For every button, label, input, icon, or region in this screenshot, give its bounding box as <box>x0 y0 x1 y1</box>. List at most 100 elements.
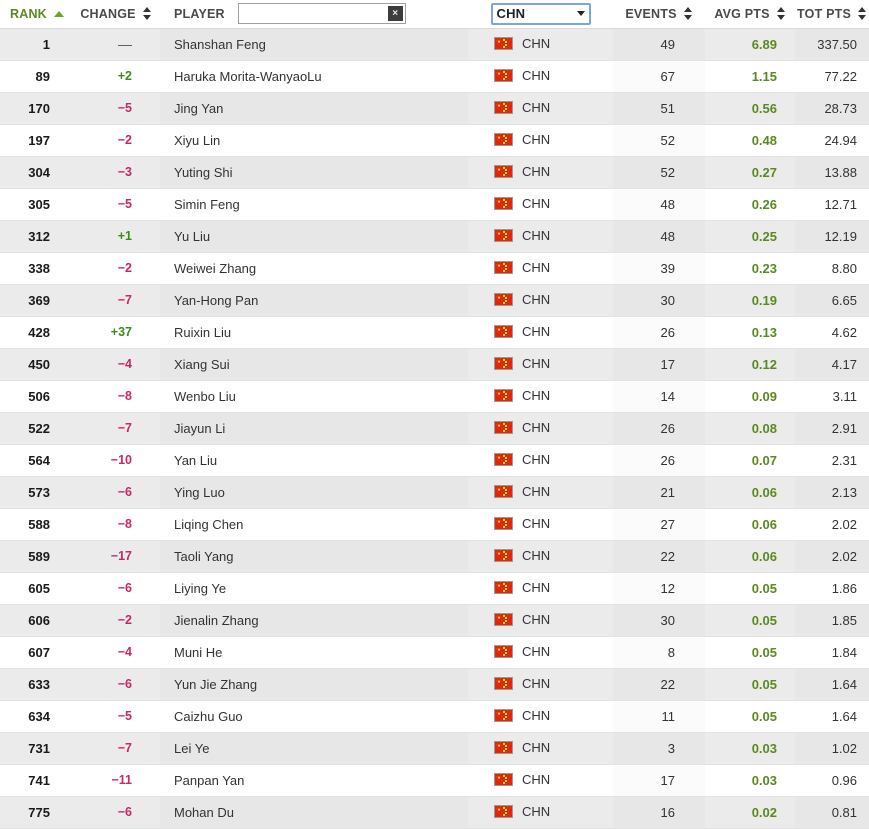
cell-events: 48 <box>613 188 705 221</box>
table-row[interactable]: 450 −4 Xiang Sui CHN 17 0.12 4.17 <box>0 348 869 381</box>
cell-country: CHN <box>468 380 613 413</box>
table-row[interactable]: 305 −5 Simin Feng CHN 48 0.26 12.71 <box>0 188 869 221</box>
cell-tot-pts: 77.22 <box>795 60 869 93</box>
cell-avg-pts: 0.23 <box>705 252 795 285</box>
cell-change: −6 <box>72 668 160 701</box>
table-row[interactable]: 338 −2 Weiwei Zhang CHN 39 0.23 8.80 <box>0 252 869 285</box>
country-code-label: CHN <box>522 227 551 243</box>
column-header-rank[interactable]: RANK <box>0 0 72 29</box>
column-header-player[interactable]: PLAYER × <box>160 0 468 29</box>
cell-player: Ying Luo <box>160 476 468 509</box>
table-row[interactable]: 588 −8 Liqing Chen CHN 27 0.06 2.02 <box>0 508 869 541</box>
cell-avg-pts: 1.15 <box>705 60 795 93</box>
close-icon[interactable]: × <box>387 6 403 22</box>
column-header-country: CHN <box>468 0 613 29</box>
table-row[interactable]: 369 −7 Yan-Hong Pan CHN 30 0.19 6.65 <box>0 284 869 317</box>
cell-country: CHN <box>468 348 613 381</box>
china-flag-icon <box>494 324 513 338</box>
cell-tot-pts: 1.86 <box>795 572 869 605</box>
cell-avg-pts: 0.05 <box>705 700 795 733</box>
cell-country: CHN <box>468 476 613 509</box>
cell-change: −10 <box>72 444 160 477</box>
table-row[interactable]: 633 −6 Yun Jie Zhang CHN 22 0.05 1.64 <box>0 668 869 701</box>
cell-tot-pts: 6.65 <box>795 284 869 317</box>
cell-change: −7 <box>72 732 160 765</box>
cell-change: −6 <box>72 572 160 605</box>
table-row[interactable]: 506 −8 Wenbo Liu CHN 14 0.09 3.11 <box>0 380 869 413</box>
table-row[interactable]: 170 −5 Jing Yan CHN 51 0.56 28.73 <box>0 92 869 125</box>
cell-player: Yu Liu <box>160 220 468 253</box>
column-header-tot-pts[interactable]: TOT PTS <box>795 0 869 29</box>
column-header-rank-label: RANK <box>10 6 47 21</box>
country-code-label: CHN <box>522 739 551 755</box>
table-row[interactable]: 89 +2 Haruka Morita-WanyaoLu CHN 67 1.15 77.22 <box>0 60 869 93</box>
cell-rank: 589 <box>0 540 72 573</box>
country-code-label: CHN <box>522 99 551 115</box>
country-filter-select[interactable]: CHN <box>490 2 591 25</box>
table-row[interactable]: 741 −11 Panpan Yan CHN 17 0.03 0.96 <box>0 764 869 797</box>
cell-rank: 634 <box>0 700 72 733</box>
cell-events: 16 <box>613 796 705 829</box>
table-row[interactable]: 1— Shanshan Feng CHN 49 6.89 337.50 <box>0 28 869 61</box>
table-row[interactable]: 573 −6 Ying Luo CHN 21 0.06 2.13 <box>0 476 869 509</box>
country-code-label: CHN <box>522 515 551 531</box>
cell-change: −11 <box>72 764 160 797</box>
cell-avg-pts: 0.56 <box>705 92 795 125</box>
cell-country: CHN <box>468 508 613 541</box>
cell-avg-pts: 0.09 <box>705 380 795 413</box>
cell-tot-pts: 4.17 <box>795 348 869 381</box>
column-header-events[interactable]: EVENTS <box>613 0 705 29</box>
table-row[interactable]: 312 +1 Yu Liu CHN 48 0.25 12.19 <box>0 220 869 253</box>
table-row[interactable]: 634 −5 Caizhu Guo CHN 11 0.05 1.64 <box>0 700 869 733</box>
country-code-label: CHN <box>522 131 551 147</box>
player-search-box[interactable]: × <box>237 3 406 25</box>
cell-rank: 605 <box>0 572 72 605</box>
cell-rank: 304 <box>0 156 72 189</box>
column-header-player-label: PLAYER <box>174 6 225 21</box>
table-row[interactable]: 731 −7 Lei Ye CHN 3 0.03 1.02 <box>0 732 869 765</box>
table-row[interactable]: 606 −2 Jienalin Zhang CHN 30 0.05 1.85 <box>0 604 869 637</box>
table-row[interactable]: 589 −17 Taoli Yang CHN 22 0.06 2.02 <box>0 540 869 573</box>
table-row[interactable]: 775 −6 Mohan Du CHN 16 0.02 0.81 <box>0 796 869 829</box>
cell-rank: 197 <box>0 124 72 157</box>
rankings-table: RANK CHANGE PLAYER × CHN EVENTS AVG PTS … <box>0 0 869 829</box>
table-row[interactable]: 607 −4 Muni He CHN 8 0.05 1.84 <box>0 636 869 669</box>
cell-change: −8 <box>72 380 160 413</box>
cell-avg-pts: 0.25 <box>705 220 795 253</box>
cell-avg-pts: 0.08 <box>705 412 795 445</box>
cell-events: 22 <box>613 668 705 701</box>
cell-country: CHN <box>468 60 613 93</box>
cell-events: 26 <box>613 412 705 445</box>
table-row[interactable]: 304 −3 Yuting Shi CHN 52 0.27 13.88 <box>0 156 869 189</box>
search-input[interactable] <box>238 4 377 24</box>
cell-avg-pts: 0.05 <box>705 572 795 605</box>
triangle-up-icon <box>53 10 64 17</box>
header-row: RANK CHANGE PLAYER × CHN EVENTS AVG PTS … <box>0 0 869 29</box>
cell-avg-pts: 0.27 <box>705 156 795 189</box>
column-header-tot-pts-label: TOT PTS <box>797 6 851 21</box>
china-flag-icon <box>494 356 513 370</box>
cell-tot-pts: 4.62 <box>795 316 869 349</box>
column-header-avg-pts[interactable]: AVG PTS <box>705 0 795 29</box>
cell-avg-pts: 0.05 <box>705 636 795 669</box>
table-row[interactable]: 605 −6 Liying Ye CHN 12 0.05 1.86 <box>0 572 869 605</box>
cell-player: Wenbo Liu <box>160 380 468 413</box>
china-flag-icon <box>494 292 513 306</box>
column-header-change[interactable]: CHANGE <box>72 0 160 29</box>
cell-player: Jiayun Li <box>160 412 468 445</box>
cell-country: CHN <box>468 188 613 221</box>
cell-avg-pts: 6.89 <box>705 28 795 61</box>
table-row[interactable]: 197 −2 Xiyu Lin CHN 52 0.48 24.94 <box>0 124 869 157</box>
cell-events: 22 <box>613 540 705 573</box>
country-code-label: CHN <box>522 195 551 211</box>
cell-events: 39 <box>613 252 705 285</box>
cell-rank: 428 <box>0 316 72 349</box>
table-row[interactable]: 522 −7 Jiayun Li CHN 26 0.08 2.91 <box>0 412 869 445</box>
cell-country: CHN <box>468 444 613 477</box>
country-code-label: CHN <box>522 163 551 179</box>
cell-country: CHN <box>468 732 613 765</box>
table-row[interactable]: 564 −10 Yan Liu CHN 26 0.07 2.31 <box>0 444 869 477</box>
table-row[interactable]: 428 +37 Ruixin Liu CHN 26 0.13 4.62 <box>0 316 869 349</box>
cell-rank: 573 <box>0 476 72 509</box>
cell-player: Panpan Yan <box>160 764 468 797</box>
